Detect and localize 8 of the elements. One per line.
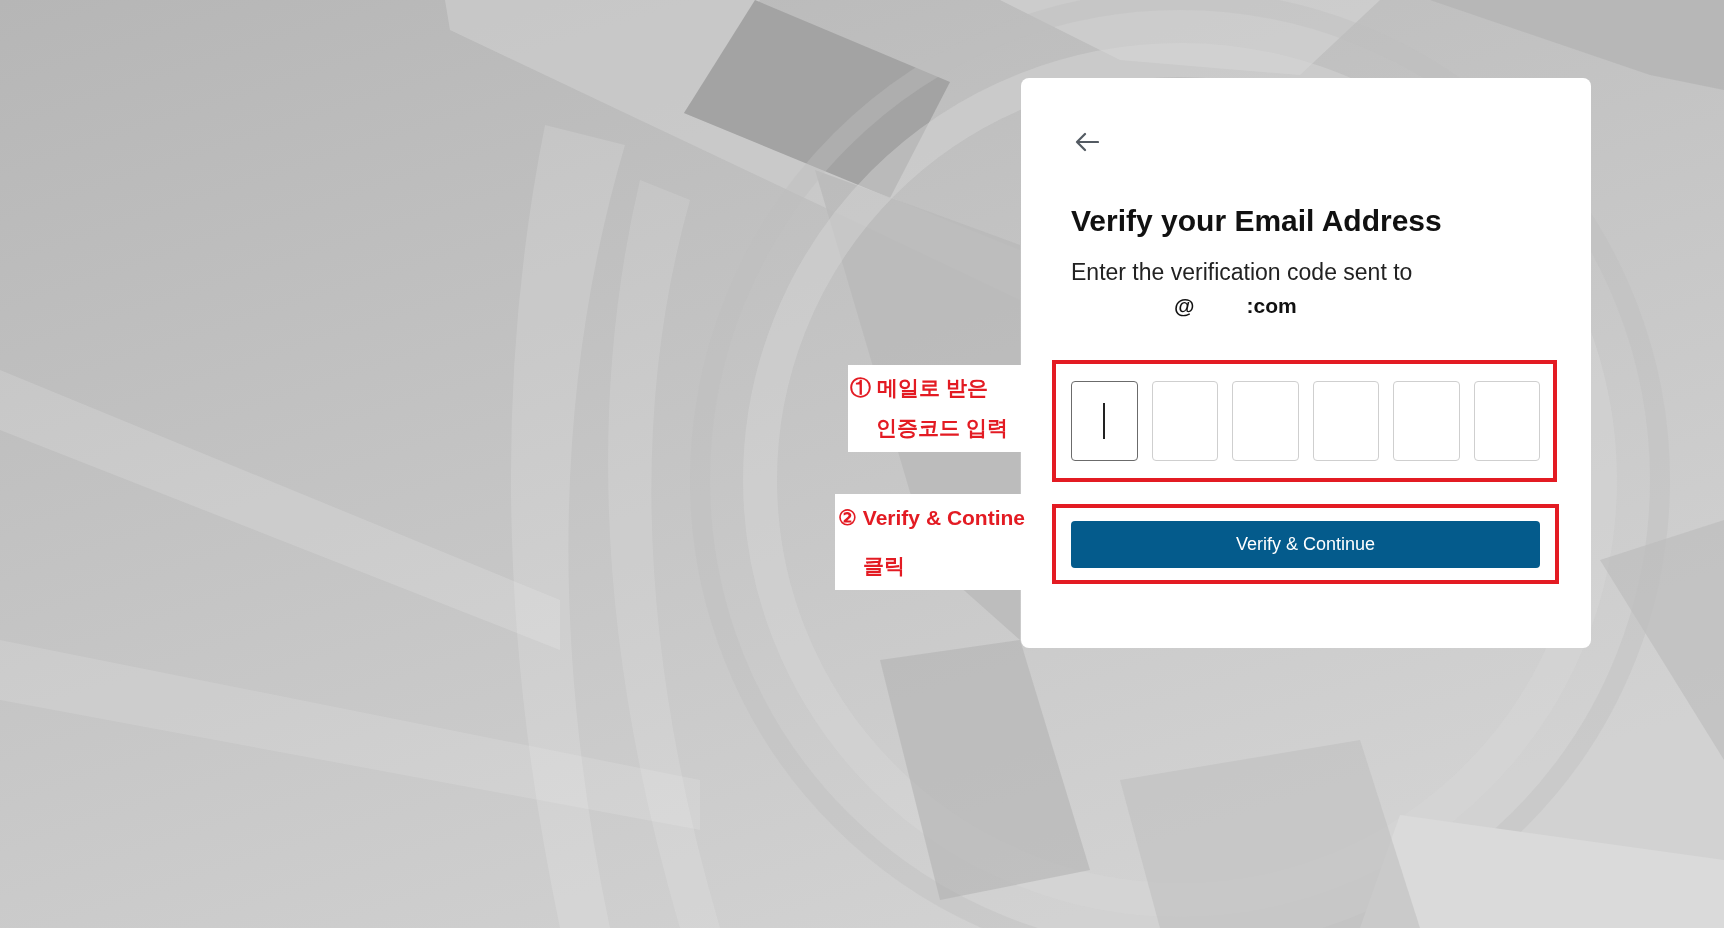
email-text: @ [1174,293,1195,319]
annotation-text: ② Verify & Contine [838,505,1026,531]
email-text: :com [1246,293,1297,319]
instruction-text: Enter the verification code sent to [1071,258,1414,286]
page-title: Verify your Email Address [1071,203,1443,239]
annotation-text: ① 메일로 받은 [850,375,988,401]
annotation-text: 인증코드 입력 [876,415,1008,441]
annotation-text: 클릭 [863,553,905,579]
